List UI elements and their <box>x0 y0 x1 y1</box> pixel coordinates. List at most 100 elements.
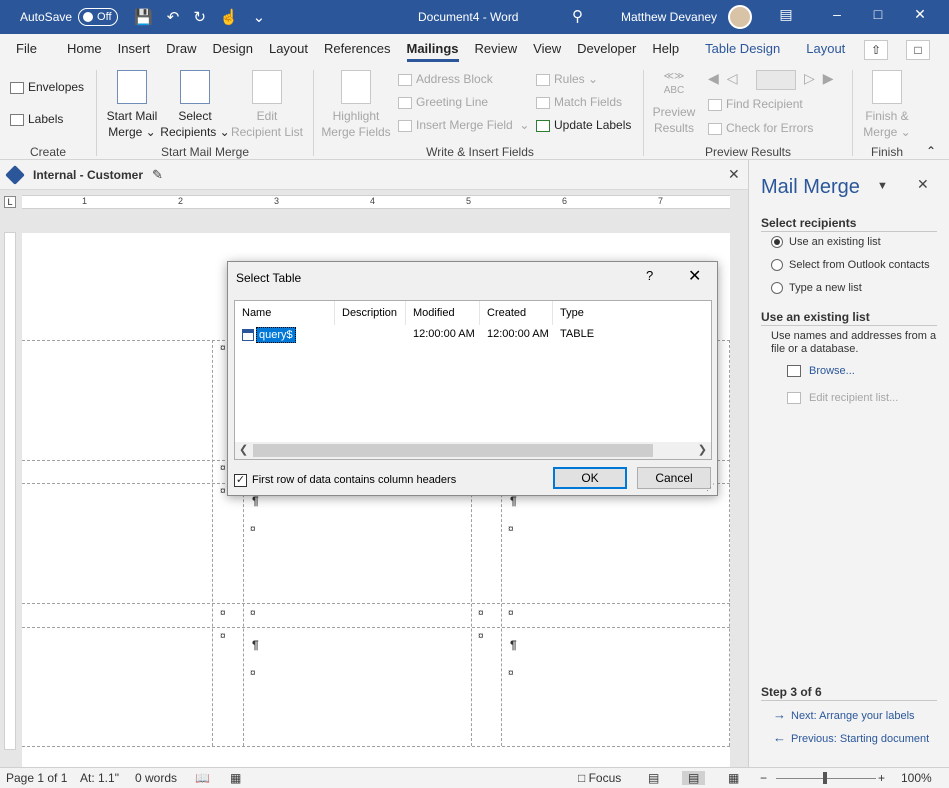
save-icon[interactable]: 💾 <box>134 8 153 26</box>
pane-close-icon[interactable]: ✕ <box>917 176 929 193</box>
search-icon[interactable]: ⚲ <box>572 7 583 25</box>
tab-review[interactable]: Review <box>467 34 526 64</box>
zoom-in-icon[interactable]: + <box>878 771 885 785</box>
update-labels-button[interactable]: Update Labels <box>536 118 631 132</box>
print-layout-icon[interactable]: ▤ <box>682 771 706 785</box>
customize-qat-icon[interactable]: ⌄ <box>253 8 266 26</box>
select-recipients-button[interactable]: Select Recipients ⌄ <box>160 70 230 140</box>
tab-mailings[interactable]: Mailings <box>399 34 467 64</box>
previous-step-link[interactable]: ← Previous: Starting document <box>773 730 929 745</box>
find-recipient-button[interactable]: Find Recipient <box>708 97 803 111</box>
previous-record-icon[interactable]: ◁ <box>727 70 746 86</box>
edit-recipient-list-button[interactable]: Edit Recipient List <box>230 70 304 140</box>
column-headers-checkbox[interactable]: ✓ <box>234 474 247 487</box>
column-header-modified[interactable]: Modified <box>406 301 480 325</box>
record-number-input[interactable] <box>756 70 796 90</box>
maximize-icon[interactable]: □ <box>868 6 888 22</box>
tab-developer[interactable]: Developer <box>569 34 644 64</box>
tab-references[interactable]: References <box>316 34 398 64</box>
option-outlook-contacts[interactable]: Select from Outlook contacts <box>771 259 930 271</box>
ribbon-display-options-icon[interactable]: ▤ <box>776 6 796 23</box>
undo-icon[interactable]: ↶ <box>167 8 180 26</box>
match-fields-button[interactable]: Match Fields <box>536 95 622 109</box>
option-type-new-list[interactable]: Type a new list <box>771 282 862 294</box>
cell-end-mark: ¤ <box>220 343 226 354</box>
last-record-icon[interactable]: ▶ <box>823 70 842 86</box>
check-for-errors-button[interactable]: Check for Errors <box>708 121 813 135</box>
resize-grip-icon[interactable]: ⋰ <box>706 482 715 493</box>
highlight-merge-fields-button[interactable]: Highlight Merge Fields <box>318 70 394 140</box>
edit-label-icon[interactable]: ✎ <box>152 167 163 183</box>
row-name-cell[interactable]: query$ <box>256 327 296 343</box>
web-layout-icon[interactable]: ▦ <box>728 771 739 785</box>
close-bar-icon[interactable]: ✕ <box>728 166 740 183</box>
tab-selector[interactable]: L <box>4 196 16 208</box>
zoom-level[interactable]: 100% <box>901 771 932 785</box>
word-count[interactable]: 0 words <box>135 771 177 785</box>
avatar[interactable] <box>728 5 752 29</box>
pane-options-icon[interactable]: ▼ <box>877 180 888 192</box>
dialog-close-icon[interactable]: ✕ <box>688 266 701 286</box>
finish-merge-button[interactable]: Finish & Merge ⌄ <box>858 70 916 140</box>
greeting-line-button[interactable]: Greeting Line <box>398 95 488 109</box>
horizontal-scrollbar[interactable]: ❮ ❯ <box>235 442 711 459</box>
vertical-ruler[interactable] <box>4 232 16 750</box>
touch-mode-icon[interactable]: ☝ <box>220 8 239 26</box>
minimize-icon[interactable]: – <box>827 6 847 22</box>
redo-icon[interactable]: ↻ <box>193 8 206 26</box>
ok-button[interactable]: OK <box>553 467 627 489</box>
help-button[interactable]: ? <box>646 268 653 283</box>
column-header-name[interactable]: Name <box>235 301 335 325</box>
tab-table-design[interactable]: Table Design <box>697 34 788 64</box>
preview-results-button[interactable]: ≪≫ ABC Preview Results <box>648 70 700 136</box>
column-header-type[interactable]: Type <box>553 301 713 325</box>
horizontal-ruler[interactable]: L 1 2 3 4 5 6 7 <box>0 191 748 213</box>
autosave-toggle[interactable]: Off <box>78 8 119 26</box>
first-record-icon[interactable]: ◀ <box>708 70 727 86</box>
tab-view[interactable]: View <box>525 34 569 64</box>
share-icon[interactable]: ⇧ <box>864 40 888 60</box>
update-labels-icon <box>536 119 550 132</box>
option-use-existing-list[interactable]: Use an existing list <box>771 236 881 248</box>
page-count[interactable]: Page 1 of 1 <box>6 771 67 785</box>
browse-link[interactable]: Browse... <box>787 365 855 377</box>
labels-button[interactable]: Labels <box>10 112 63 126</box>
user-name[interactable]: Matthew Devaney <box>621 10 717 24</box>
cancel-button[interactable]: Cancel <box>637 467 711 489</box>
read-mode-icon[interactable]: ▤ <box>648 771 659 785</box>
collapse-ribbon-icon[interactable]: ⌃ <box>926 144 936 158</box>
tab-table-layout[interactable]: Layout <box>798 34 853 64</box>
column-header-created[interactable]: Created <box>480 301 553 325</box>
close-window-icon[interactable]: ✕ <box>910 6 930 23</box>
table-list[interactable]: Name Description Modified Created Type q… <box>234 300 712 460</box>
sensitivity-label[interactable]: Internal - Customer <box>33 168 143 182</box>
address-block-button[interactable]: Address Block <box>398 72 493 86</box>
next-record-icon[interactable]: ▷ <box>804 70 823 86</box>
comments-icon[interactable]: □ <box>906 40 930 60</box>
tab-design[interactable]: Design <box>205 34 261 64</box>
cursor-position[interactable]: At: 1.1" <box>80 771 119 785</box>
zoom-out-icon[interactable]: − <box>760 771 767 785</box>
step-indicator: Step 3 of 6 <box>761 685 822 699</box>
tab-layout[interactable]: Layout <box>261 34 316 64</box>
tab-insert[interactable]: Insert <box>110 34 159 64</box>
tab-home[interactable]: Home <box>59 34 110 64</box>
scroll-right-icon[interactable]: ❯ <box>698 443 707 456</box>
accessibility-icon[interactable]: ▦ <box>230 771 241 785</box>
rules-button[interactable]: Rules ⌄ <box>536 72 598 86</box>
proofing-icon[interactable]: 📖 <box>195 771 210 785</box>
scroll-left-icon[interactable]: ❮ <box>239 443 248 456</box>
column-header-description[interactable]: Description <box>335 301 406 325</box>
next-step-link[interactable]: → Next: Arrange your labels <box>773 707 915 722</box>
scroll-thumb[interactable] <box>253 444 653 457</box>
column-headers-label[interactable]: First row of data contains column header… <box>252 474 456 486</box>
tab-file[interactable]: File <box>8 34 45 64</box>
zoom-slider-thumb[interactable] <box>823 772 827 784</box>
envelopes-button[interactable]: Envelopes <box>10 80 84 94</box>
edit-recipient-list-link[interactable]: Edit recipient list... <box>787 392 898 404</box>
start-mail-merge-button[interactable]: Start Mail Merge ⌄ <box>104 70 160 140</box>
tab-help[interactable]: Help <box>644 34 687 64</box>
tab-draw[interactable]: Draw <box>158 34 204 64</box>
focus-mode-button[interactable]: □ Focus <box>578 771 621 785</box>
insert-merge-field-button[interactable]: Insert Merge Field ⌄ <box>398 118 529 132</box>
